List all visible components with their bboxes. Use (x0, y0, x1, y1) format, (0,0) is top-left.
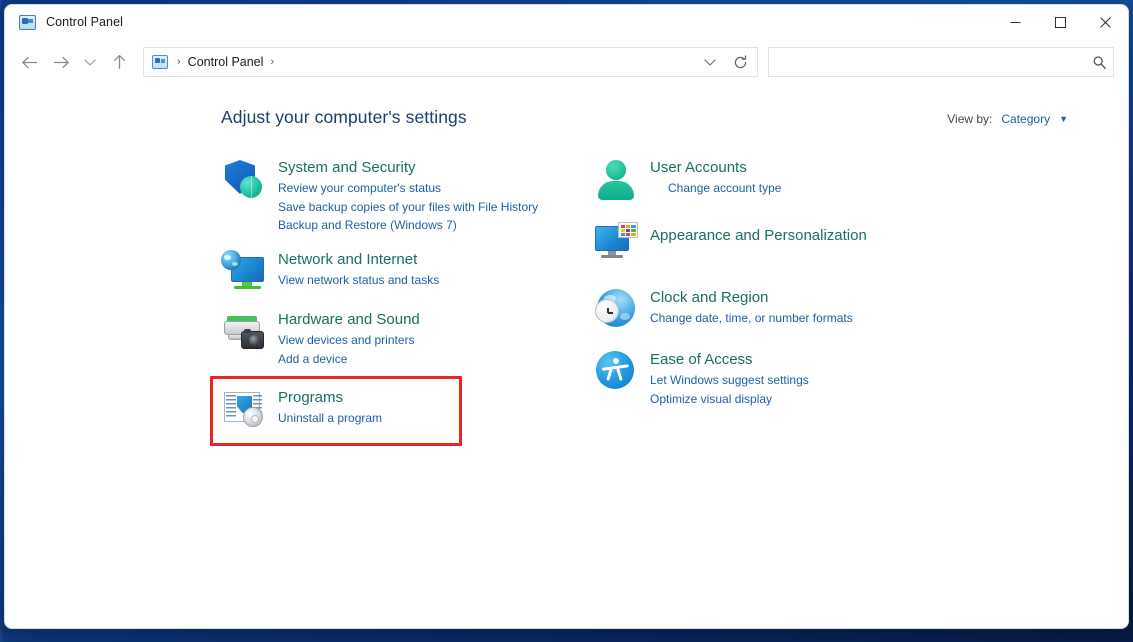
category-title[interactable]: Ease of Access (650, 351, 809, 369)
address-bar[interactable]: › Control Panel › (143, 47, 758, 77)
category-appearance-and-personalization: Appearance and Personalization (593, 218, 973, 264)
view-by-control: View by: Category ▼ (947, 107, 1098, 126)
ease-of-access-icon (593, 348, 639, 394)
breadcrumb-trailing-separator[interactable]: › (263, 56, 281, 68)
category-link[interactable]: Add a device (278, 350, 420, 368)
user-account-icon (593, 156, 639, 202)
category-network-and-internet: Network and Internet View network status… (221, 248, 593, 294)
programs-disc-icon (221, 386, 267, 432)
category-body: Ease of Access Let Windows suggest setti… (650, 348, 809, 408)
refresh-icon[interactable] (725, 48, 755, 76)
category-link[interactable]: Backup and Restore (Windows 7) (278, 216, 538, 234)
window-controls (993, 5, 1128, 39)
left-category-column: System and Security Review your computer… (221, 156, 593, 446)
category-title[interactable]: Hardware and Sound (278, 311, 420, 329)
category-link[interactable]: Change account type (650, 179, 781, 197)
title-bar: Control Panel (5, 5, 1128, 39)
control-panel-window: Control Panel › (4, 4, 1129, 629)
maximize-button[interactable] (1038, 5, 1083, 39)
category-link[interactable]: Save backup copies of your files with Fi… (278, 198, 538, 216)
minimize-button[interactable] (993, 5, 1038, 39)
category-title[interactable]: Appearance and Personalization (650, 227, 867, 245)
forward-arrow-icon[interactable] (45, 47, 77, 77)
address-bar-actions (695, 48, 755, 76)
category-clock-and-region: Clock and Region Change date, time, or n… (593, 286, 973, 332)
breadcrumb-control-panel[interactable]: Control Panel (188, 55, 264, 69)
category-hardware-and-sound: Hardware and Sound View devices and prin… (221, 308, 593, 368)
category-body: System and Security Review your computer… (278, 156, 538, 234)
breadcrumb-control-panel-icon (152, 55, 168, 69)
category-link[interactable]: View network status and tasks (278, 271, 439, 289)
category-body: Hardware and Sound View devices and prin… (278, 308, 420, 368)
address-dropdown-chevron-down-icon[interactable] (695, 48, 725, 76)
category-link[interactable]: Change date, time, or number formats (650, 309, 853, 327)
recent-locations-chevron-down-icon[interactable] (77, 47, 103, 77)
category-body: Programs Uninstall a program (278, 386, 382, 428)
back-arrow-icon[interactable] (13, 47, 45, 77)
shield-icon (221, 156, 267, 202)
control-panel-icon (19, 15, 36, 30)
category-link[interactable]: Optimize visual display (650, 390, 809, 408)
network-monitor-globe-icon (221, 248, 267, 294)
category-body: Appearance and Personalization (650, 218, 867, 247)
category-link[interactable]: Let Windows suggest settings (650, 371, 809, 389)
category-columns: System and Security Review your computer… (5, 128, 1128, 446)
view-by-chevron-down-icon[interactable]: ▼ (1059, 115, 1068, 124)
up-arrow-icon[interactable] (103, 47, 135, 77)
page-header: Adjust your computer's settings View by:… (5, 107, 1128, 128)
control-panel-content: Adjust your computer's settings View by:… (5, 85, 1128, 628)
appearance-monitor-palette-icon (593, 218, 639, 264)
uac-shield-icon (650, 182, 663, 195)
clock-globe-icon (593, 286, 639, 332)
category-ease-of-access: Ease of Access Let Windows suggest setti… (593, 348, 973, 408)
search-icon[interactable] (1092, 55, 1107, 70)
search-box[interactable] (768, 47, 1114, 77)
category-title[interactable]: Clock and Region (650, 289, 853, 307)
category-link[interactable]: View devices and printers (278, 331, 420, 349)
view-by-value[interactable]: Category (1001, 112, 1050, 126)
navigation-toolbar: › Control Panel › (5, 39, 1128, 85)
category-title[interactable]: System and Security (278, 159, 538, 177)
close-button[interactable] (1083, 5, 1128, 39)
printer-camera-icon (221, 308, 267, 354)
category-title[interactable]: User Accounts (650, 159, 781, 177)
category-title[interactable]: Programs (278, 389, 382, 407)
category-body: User Accounts Change account type (650, 156, 781, 198)
view-by-label: View by: (947, 112, 992, 126)
category-programs: Programs Uninstall a program (221, 386, 593, 432)
category-link[interactable]: Review your computer's status (278, 179, 538, 197)
category-body: Network and Internet View network status… (278, 248, 439, 290)
category-body: Clock and Region Change date, time, or n… (650, 286, 853, 328)
page-title: Adjust your computer's settings (221, 107, 467, 128)
window-title: Control Panel (46, 15, 123, 29)
search-input[interactable] (779, 55, 1092, 69)
right-category-column: User Accounts Change account type (593, 156, 973, 446)
category-link[interactable]: Uninstall a program (278, 409, 382, 427)
category-system-and-security: System and Security Review your computer… (221, 156, 593, 234)
breadcrumb-separator: › (170, 56, 188, 68)
category-user-accounts: User Accounts Change account type (593, 156, 973, 202)
category-title[interactable]: Network and Internet (278, 251, 439, 269)
category-link-label: Change account type (668, 179, 781, 197)
title-bar-left: Control Panel (5, 15, 123, 30)
